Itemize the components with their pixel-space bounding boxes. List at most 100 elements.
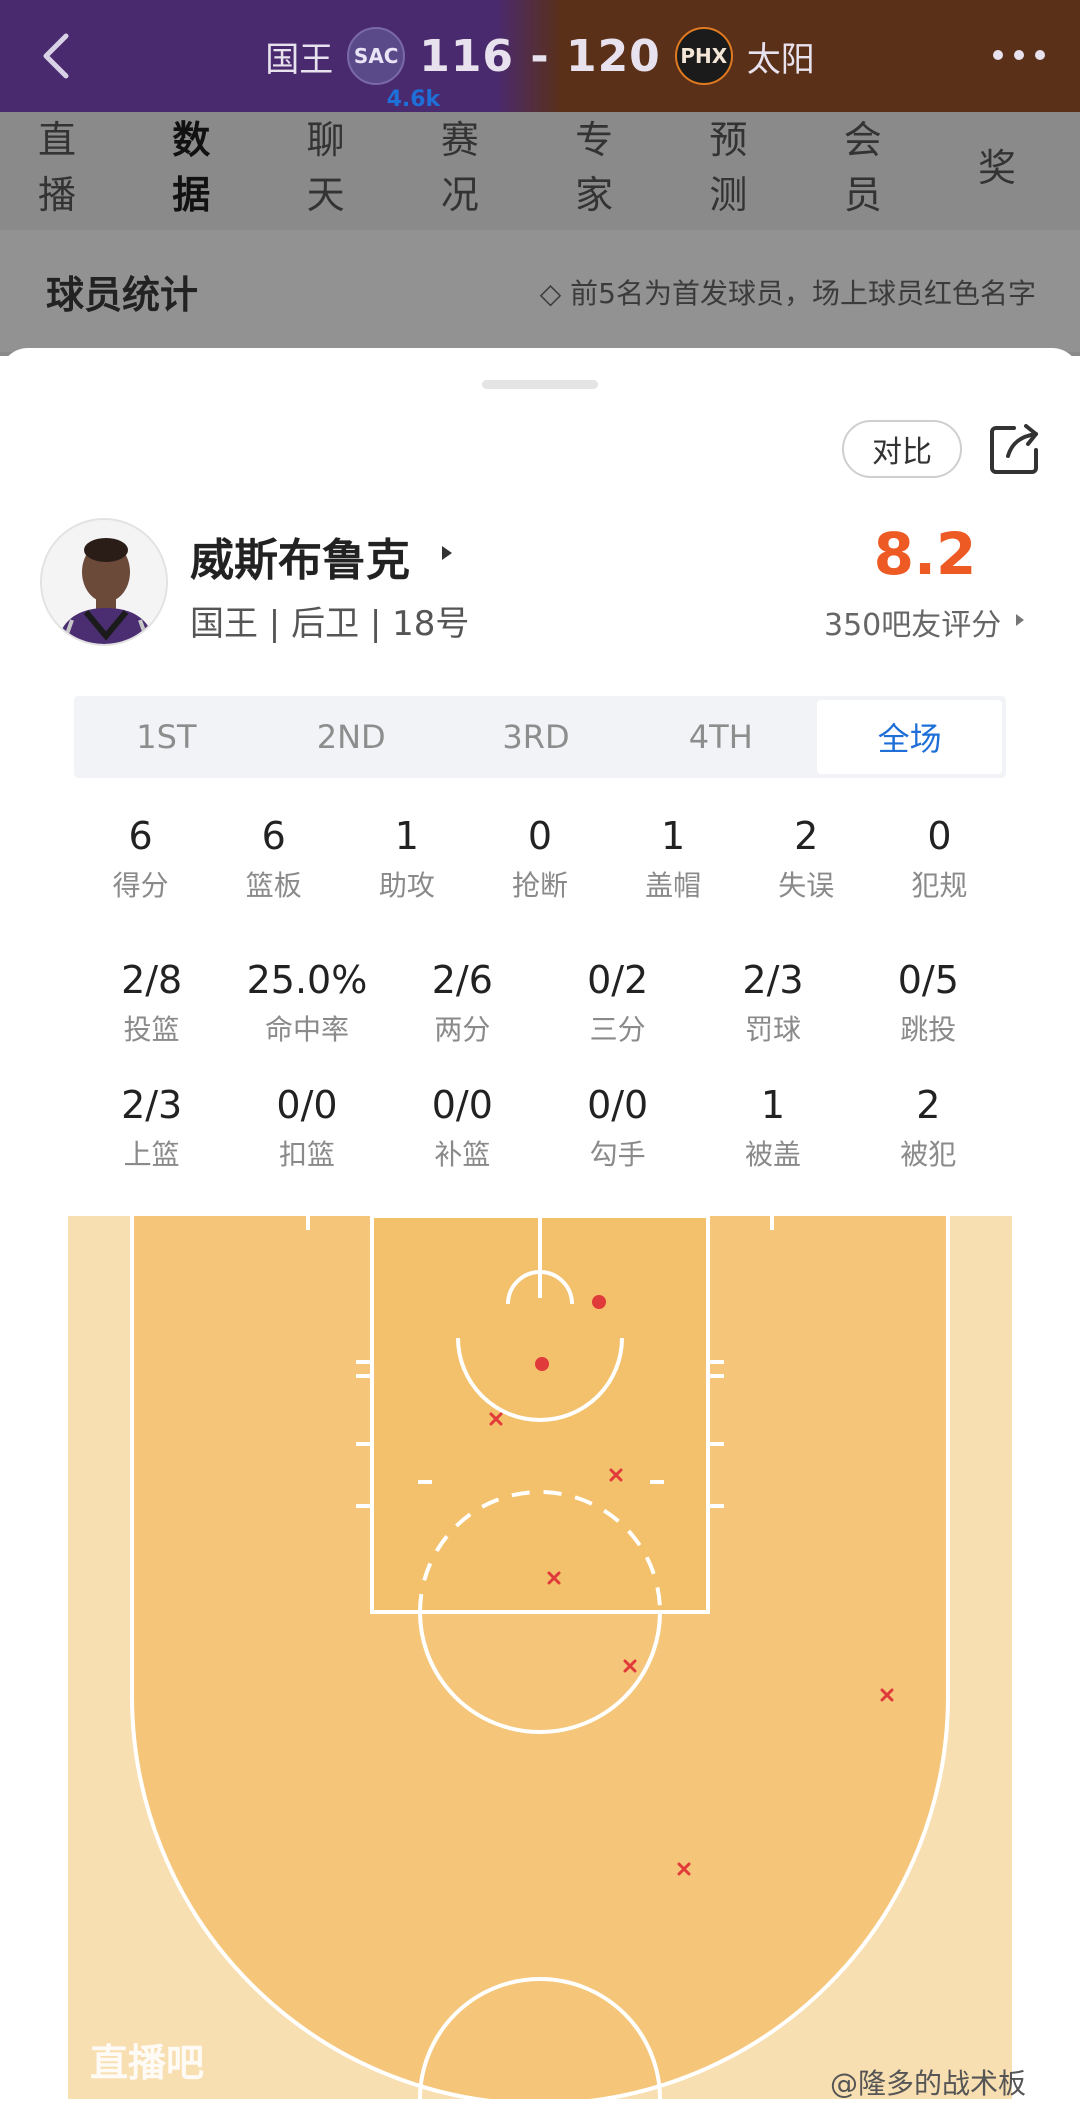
rating-count[interactable]: 350吧友评分 (824, 600, 1001, 644)
top-tab-bar: 直播 数据 聊天 4.6k 赛况 专家 预测 会员 奖 (0, 87, 1080, 219)
player-name[interactable]: 威斯布鲁克 (190, 524, 410, 588)
tab-game-status[interactable]: 赛况 (441, 109, 511, 219)
quarter-tab-2nd[interactable]: 2ND (259, 696, 444, 778)
chat-count-badge: 4.6k (386, 87, 441, 112)
game-score: 116 - 120 (419, 30, 661, 82)
stat-value: 2 (916, 1083, 941, 1127)
basic-stats-row: 6 得分 6 篮板 1 助攻 0 抢断 1 盖帽 2 失误 0 犯规 (74, 814, 1006, 904)
credit-text: @隆多的战术板 (830, 2067, 1027, 2100)
stat-label: 罚球 (744, 1013, 801, 1046)
stat-value: 1 (760, 1083, 786, 1127)
home-team-name: 国王 (265, 39, 334, 80)
stat-value: 6 (128, 814, 153, 858)
section-header: 球员统计 ◇ 前5名为首发球员，场上球员红色名字 (0, 230, 1080, 352)
stat-turnovers: 2 失误 (740, 814, 873, 904)
stat-value: 2/6 (431, 958, 493, 1002)
stat-label: 得分 (112, 869, 169, 902)
stat-value: 0/2 (587, 958, 649, 1002)
stat-label: 跳投 (900, 1013, 957, 1046)
stat-label: 抢断 (511, 869, 568, 902)
stat-fg-pct: 25.0% 命中率 (229, 958, 384, 1048)
stat-label: 补篮 (434, 1138, 491, 1171)
player-stats-section: 球员统计 ◇ 前5名为首发球员，场上球员红色名字 (0, 216, 1080, 356)
stat-fouled: 2 被犯 (851, 1083, 1006, 1173)
made-shot-marker (592, 1295, 606, 1309)
stat-fg: 2/8 投篮 (74, 958, 229, 1048)
section-note: ◇ 前5名为首发球员，场上球员红色名字 (539, 277, 1036, 310)
stat-value: 0 (527, 814, 553, 858)
stat-label: 失误 (778, 869, 835, 902)
sheet-drag-handle[interactable] (482, 380, 598, 389)
stat-jumper: 0/5 跳投 (851, 958, 1006, 1048)
stat-label: 被盖 (744, 1138, 801, 1171)
tab-prediction[interactable]: 预测 (709, 109, 779, 219)
quarter-tab-1st[interactable]: 1ST (74, 696, 259, 778)
stat-steals: 0 抢断 (473, 814, 606, 904)
away-team-logo[interactable]: PHX (674, 27, 733, 85)
stat-blocks: 1 盖帽 (607, 814, 740, 904)
tab-experts[interactable]: 专家 (575, 109, 645, 219)
tab-live[interactable]: 直播 (38, 109, 108, 219)
made-shot-marker (535, 1357, 549, 1371)
stat-blocked: 1 被盖 (695, 1083, 850, 1173)
player-rating: 8.2 (873, 520, 977, 588)
tab-chat[interactable]: 聊天 4.6k (306, 87, 441, 219)
stat-value: 1 (661, 814, 686, 858)
stat-label: 助攻 (378, 869, 435, 902)
stat-value: 0/0 (431, 1083, 493, 1127)
stat-label: 投篮 (123, 1013, 180, 1046)
stat-3pt: 0/2 三分 (540, 958, 695, 1048)
home-team-logo[interactable]: SAC (347, 27, 406, 85)
stat-value: 0/0 (587, 1083, 649, 1127)
tab-prize[interactable]: 奖 (978, 137, 1016, 192)
stat-label: 上篮 (123, 1138, 180, 1171)
player-photo-icon (42, 520, 166, 644)
stat-label: 篮板 (245, 869, 302, 902)
caret-right-icon[interactable] (440, 544, 454, 562)
stat-label: 扣篮 (278, 1138, 335, 1171)
caret-right-icon[interactable] (1014, 612, 1026, 628)
stat-hook: 0/0 勾手 (540, 1083, 695, 1173)
stat-value: 0 (927, 814, 952, 858)
player-avatar[interactable] (40, 518, 168, 646)
stat-value: 2/8 (121, 958, 183, 1002)
share-icon[interactable] (986, 420, 1044, 478)
stat-value: 6 (261, 814, 286, 858)
compare-button[interactable]: 对比 (842, 420, 962, 478)
stat-value: 2 (794, 814, 819, 858)
stat-label: 被犯 (900, 1138, 957, 1171)
more-options-icon[interactable] (984, 30, 1054, 80)
shot-type-stats-row: 2/3 上篮 0/0 扣篮 0/0 补篮 0/0 勾手 1 被盖 2 被犯 (74, 1083, 1006, 1173)
section-title: 球员统计 (46, 273, 199, 317)
stat-label: 勾手 (589, 1138, 646, 1171)
stat-value: 25.0% (246, 958, 368, 1002)
stat-rebounds: 6 篮板 (207, 814, 340, 904)
quarter-tab-3rd[interactable]: 3RD (444, 696, 629, 778)
stat-label: 盖帽 (645, 869, 702, 902)
shot-chart (68, 1216, 1012, 2099)
stat-2pt: 2/6 两分 (385, 958, 540, 1048)
stat-assists: 1 助攻 (340, 814, 473, 904)
stat-value: 2/3 (121, 1083, 183, 1127)
shooting-stats-row: 2/8 投篮 25.0% 命中率 2/6 两分 0/2 三分 2/3 罚球 0/5 跳投 (74, 958, 1006, 1048)
watermark-logo: 直播吧 (90, 2041, 205, 2085)
tab-member[interactable]: 会员 (844, 109, 914, 219)
stat-value: 2/3 (742, 958, 804, 1002)
stat-putback: 0/0 补篮 (385, 1083, 540, 1173)
quarter-tab-full-game[interactable]: 全场 (817, 700, 1002, 774)
tab-data[interactable]: 数据 (172, 109, 242, 219)
stat-label: 三分 (589, 1013, 646, 1046)
stat-points: 6 得分 (74, 814, 207, 904)
stat-layup: 2/3 上篮 (74, 1083, 229, 1173)
tab-chat-label: 聊天 (306, 118, 345, 217)
stat-ft: 2/3 罚球 (695, 958, 850, 1048)
stat-dunk: 0/0 扣篮 (229, 1083, 384, 1173)
away-team-name: 太阳 (746, 39, 815, 80)
scoreboard: 国王 SAC 116 - 120 PHX 太阳 (0, 0, 1080, 112)
stat-value: 0/5 (897, 958, 959, 1002)
player-info: 国王 | 后卫 | 18号 (190, 604, 470, 644)
quarter-tab-4th[interactable]: 4TH (628, 696, 813, 778)
stat-fouls: 0 犯规 (873, 814, 1006, 904)
quarter-selector: 1ST 2ND 3RD 4TH 全场 (74, 696, 1006, 778)
stat-label: 命中率 (264, 1013, 349, 1046)
